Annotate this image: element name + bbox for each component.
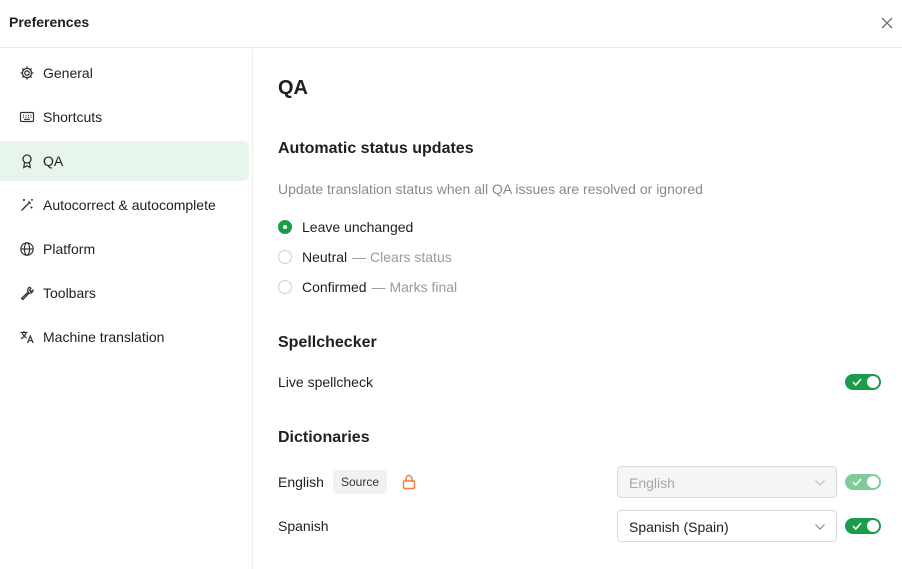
status-section-heading: Automatic status updates bbox=[278, 140, 474, 157]
status-description: Update translation status when all QA is… bbox=[278, 181, 703, 197]
dictionary-language-spanish: Spanish bbox=[278, 518, 329, 534]
radio-button[interactable] bbox=[278, 250, 292, 264]
globe-icon bbox=[19, 241, 35, 257]
radio-confirmed[interactable]: Confirmed — Marks final bbox=[278, 277, 457, 297]
check-icon bbox=[852, 378, 862, 387]
toggle-knob bbox=[867, 476, 879, 488]
sidebar-item-label: Shortcuts bbox=[43, 109, 103, 125]
sidebar-item-label: Platform bbox=[43, 241, 96, 257]
spanish-dictionary-select[interactable]: Spanish (Spain) bbox=[617, 510, 837, 542]
chevron-down-icon bbox=[815, 524, 825, 530]
lock-icon bbox=[402, 474, 416, 495]
radio-button-checked[interactable] bbox=[278, 220, 292, 234]
award-icon bbox=[19, 153, 35, 169]
check-icon bbox=[852, 522, 862, 531]
translate-icon bbox=[19, 329, 35, 345]
radio-neutral[interactable]: Neutral — Clears status bbox=[278, 247, 452, 267]
page-title: QA bbox=[278, 77, 308, 99]
dictionaries-heading: Dictionaries bbox=[278, 429, 370, 446]
radio-hint: — Marks final bbox=[371, 279, 458, 295]
sidebar-item-platform[interactable]: Platform bbox=[0, 229, 249, 269]
sidebar-item-label: Autocorrect & autocomplete bbox=[43, 197, 216, 213]
toggle-knob bbox=[867, 520, 879, 532]
sidebar-item-label: Machine translation bbox=[43, 329, 165, 345]
radio-label: Neutral bbox=[302, 249, 348, 265]
radio-button[interactable] bbox=[278, 280, 292, 294]
dialog-header: Preferences bbox=[0, 0, 902, 48]
source-badge: Source bbox=[333, 470, 388, 494]
sidebar-item-label: General bbox=[43, 65, 93, 81]
english-dictionary-select: English bbox=[617, 466, 837, 498]
spellchecker-heading: Spellchecker bbox=[278, 334, 377, 351]
toggle-knob bbox=[867, 376, 879, 388]
sidebar-item-label: QA bbox=[43, 153, 64, 169]
sidebar-item-qa[interactable]: QA bbox=[0, 141, 249, 181]
sidebar-item-machine-translation[interactable]: Machine translation bbox=[0, 317, 249, 357]
close-icon[interactable] bbox=[880, 16, 894, 30]
sidebar-item-general[interactable]: General bbox=[0, 53, 249, 93]
select-value: English bbox=[629, 475, 675, 491]
radio-label: Confirmed bbox=[302, 279, 367, 295]
live-spellcheck-label: Live spellcheck bbox=[278, 374, 373, 390]
radio-label: Leave unchanged bbox=[302, 219, 414, 235]
wrench-icon bbox=[19, 285, 35, 301]
settings-panel: QA Automatic status updates Update trans… bbox=[254, 49, 902, 569]
gear-icon bbox=[19, 65, 35, 81]
sidebar-item-shortcuts[interactable]: Shortcuts bbox=[0, 97, 249, 137]
english-dictionary-toggle bbox=[845, 474, 881, 490]
live-spellcheck-toggle[interactable] bbox=[845, 374, 881, 390]
magic-wand-icon bbox=[19, 197, 35, 213]
keyboard-icon bbox=[19, 109, 35, 125]
radio-leave-unchanged[interactable]: Leave unchanged bbox=[278, 217, 413, 237]
select-value: Spanish (Spain) bbox=[629, 519, 729, 535]
dialog-title: Preferences bbox=[9, 14, 90, 30]
chevron-down-icon bbox=[815, 480, 825, 486]
sidebar-item-label: Toolbars bbox=[43, 285, 96, 301]
sidebar-item-autocorrect[interactable]: Autocorrect & autocomplete bbox=[0, 185, 249, 225]
check-icon bbox=[852, 478, 862, 487]
radio-hint: — Clears status bbox=[352, 249, 452, 265]
sidebar: General Shortcuts QA Autocorrect & autoc… bbox=[0, 49, 253, 569]
sidebar-item-toolbars[interactable]: Toolbars bbox=[0, 273, 249, 313]
spanish-dictionary-toggle[interactable] bbox=[845, 518, 881, 534]
dictionary-language-english: English bbox=[278, 474, 324, 490]
